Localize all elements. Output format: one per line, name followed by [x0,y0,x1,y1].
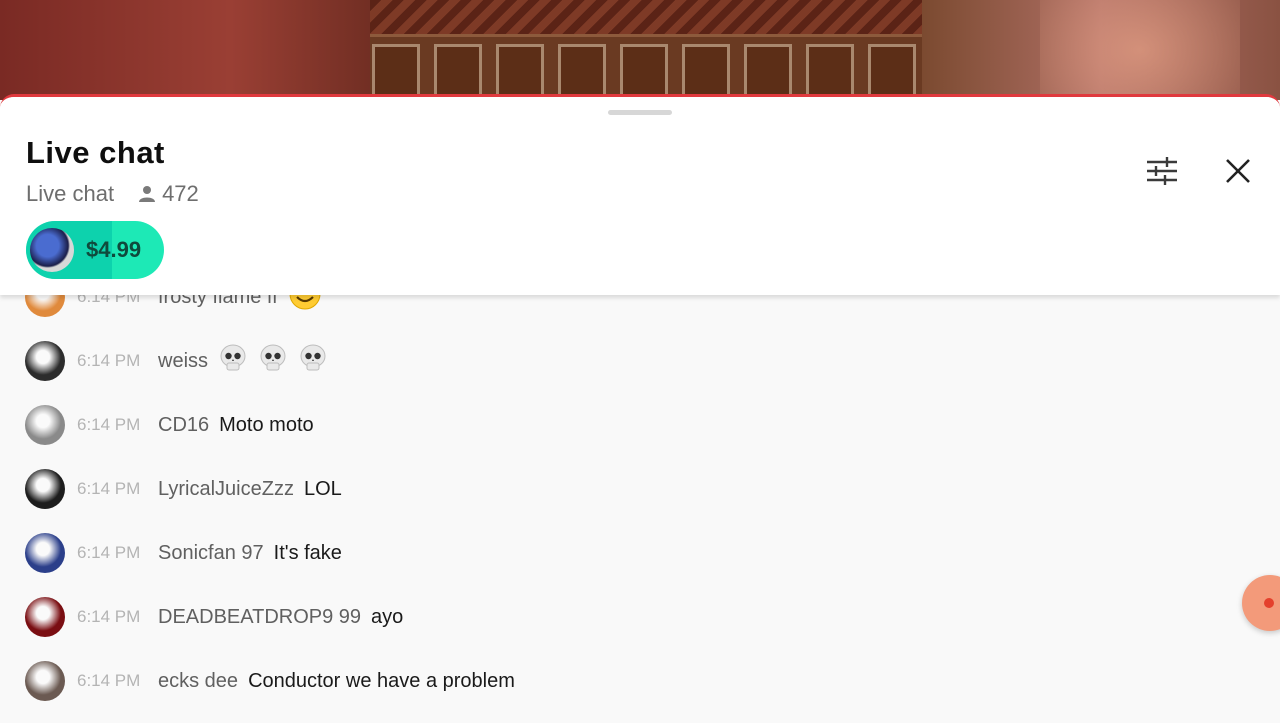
author-avatar[interactable] [25,597,65,637]
message-author[interactable]: CD16 [158,414,209,437]
live-dot-icon [1264,598,1274,608]
message-text [218,343,338,379]
chat-mode-selector[interactable]: Live chat [26,181,114,207]
person-icon [139,186,156,202]
chat-title: Live chat [26,135,165,170]
video-window-pane [434,44,482,100]
video-window-pane [496,44,544,100]
skull-emoji [218,343,248,379]
message-author[interactable]: Sonicfan 97 [158,542,264,565]
skull-emoji [258,343,288,379]
message-timestamp: 6:14 PM [77,607,141,626]
message-text: ayo [371,605,404,628]
video-window-pane [558,44,606,100]
filter-settings-button[interactable] [1142,151,1182,191]
message-timestamp: 6:14 PM [77,479,141,498]
superchat-ticker-chip[interactable]: $4.99 [26,221,164,279]
author-avatar[interactable] [25,341,65,381]
chat-message[interactable]: 6:14 PM weiss [0,329,1280,393]
live-chat-panel: Live chat Live chat 472 $4.99 6:14 PM fr… [0,94,1280,723]
message-timestamp: 6:14 PM [77,351,141,370]
drag-handle[interactable] [608,110,672,115]
author-avatar[interactable] [25,469,65,509]
video-light-flare [1040,0,1240,100]
video-roof-scene [370,0,922,34]
author-avatar[interactable] [25,661,65,701]
viewer-count-value: 472 [162,181,199,206]
message-text: LOL [303,477,342,500]
chat-header: Live chat Live chat 472 $4.99 [0,97,1280,295]
superchat-avatar [30,228,74,272]
message-text: Moto moto [219,413,314,436]
video-window-pane [620,44,668,100]
chat-mode-row: Live chat 472 [26,181,199,207]
close-button[interactable] [1218,151,1258,191]
superchat-amount: $4.99 [86,237,142,262]
video-player-background[interactable] [0,0,1280,100]
video-window-pane [806,44,854,100]
message-timestamp: 6:14 PM [77,415,141,434]
chat-message[interactable]: 6:14 PM CD16 Moto moto [0,393,1280,457]
message-text: Conductor we have a problem [248,669,515,692]
sliders-icon [1147,157,1177,185]
viewer-count: 472 [138,181,199,207]
video-window-pane [682,44,730,100]
close-icon [1226,159,1250,183]
skull-emoji [298,343,328,379]
message-author[interactable]: LyricalJuiceZzz [158,478,294,501]
video-window-pane [868,44,916,100]
chat-message-list[interactable]: 6:14 PM frosty flame ff 6:14 PM weiss 6:14 P… [0,265,1280,713]
author-avatar[interactable] [25,533,65,573]
chat-message[interactable]: 6:14 PM ecks dee Conductor we have a probl… [0,649,1280,713]
message-text: It's fake [273,541,342,564]
message-timestamp: 6:14 PM [77,543,141,562]
message-timestamp: 6:14 PM [77,671,141,690]
video-window-pane [372,44,420,100]
chat-message[interactable]: 6:14 PM Sonicfan 97 It's fake [0,521,1280,585]
message-author[interactable]: weiss [158,350,208,373]
message-author[interactable]: ecks dee [158,670,238,693]
message-author[interactable]: DEADBEATDROP9 99 [158,606,361,629]
header-actions [1142,151,1258,191]
chat-message[interactable]: 6:14 PM LyricalJuiceZzz LOL [0,457,1280,521]
author-avatar[interactable] [25,405,65,445]
video-window-pane [744,44,792,100]
chat-message[interactable]: 6:14 PM DEADBEATDROP9 99 ayo [0,585,1280,649]
